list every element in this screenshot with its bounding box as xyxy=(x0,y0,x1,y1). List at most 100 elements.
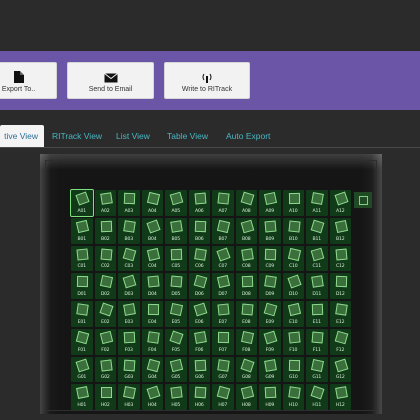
well-b06[interactable]: B06 xyxy=(188,217,210,244)
well-b11[interactable]: B11 xyxy=(306,217,328,244)
well-d05[interactable]: D05 xyxy=(165,273,187,299)
well-g08[interactable]: G08 xyxy=(235,356,257,383)
well-e01[interactable]: E01 xyxy=(71,301,93,327)
well-f04[interactable]: F04 xyxy=(141,328,163,355)
well-f08[interactable]: F08 xyxy=(235,328,257,355)
tab-list-view[interactable]: List View xyxy=(116,125,150,147)
well-f07[interactable]: F07 xyxy=(212,328,234,355)
well-h04[interactable]: H04 xyxy=(141,384,163,410)
tab-ritrack-view[interactable]: RITrack View xyxy=(52,125,102,147)
well-g02[interactable]: G02 xyxy=(94,356,116,383)
well-e02[interactable]: E02 xyxy=(94,301,116,327)
well-d07[interactable]: D07 xyxy=(212,273,234,299)
export-to-button[interactable]: Export To.. xyxy=(0,62,57,99)
well-d09[interactable]: D09 xyxy=(259,273,281,299)
well-h08[interactable]: H08 xyxy=(235,384,257,410)
well-c05[interactable]: C05 xyxy=(165,245,187,272)
well-g04[interactable]: G04 xyxy=(141,356,163,383)
well-e07[interactable]: E07 xyxy=(212,301,234,327)
well-a11[interactable]: A11 xyxy=(306,190,328,216)
well-b12[interactable]: B12 xyxy=(329,217,351,244)
well-c03[interactable]: C03 xyxy=(118,245,140,272)
well-b05[interactable]: B05 xyxy=(165,217,187,244)
well-a06[interactable]: A06 xyxy=(188,190,210,216)
well-h11[interactable]: H11 xyxy=(306,384,328,410)
well-a02[interactable]: A02 xyxy=(94,190,116,216)
well-h09[interactable]: H09 xyxy=(259,384,281,410)
well-h12[interactable]: H12 xyxy=(329,384,351,410)
well-f11[interactable]: F11 xyxy=(306,328,328,355)
well-d04[interactable]: D04 xyxy=(141,273,163,299)
well-b03[interactable]: B03 xyxy=(118,217,140,244)
well-g05[interactable]: G05 xyxy=(165,356,187,383)
well-b07[interactable]: B07 xyxy=(212,217,234,244)
well-c12[interactable]: C12 xyxy=(329,245,351,272)
well-b02[interactable]: B02 xyxy=(94,217,116,244)
well-e12[interactable]: E12 xyxy=(329,301,351,327)
well-a03[interactable]: A03 xyxy=(118,190,140,216)
well-a09[interactable]: A09 xyxy=(259,190,281,216)
well-h02[interactable]: H02 xyxy=(94,384,116,410)
well-d10[interactable]: D10 xyxy=(282,273,304,299)
well-b09[interactable]: B09 xyxy=(259,217,281,244)
well-c08[interactable]: C08 xyxy=(235,245,257,272)
well-g07[interactable]: G07 xyxy=(212,356,234,383)
well-b01[interactable]: B01 xyxy=(71,217,93,244)
well-f06[interactable]: F06 xyxy=(188,328,210,355)
well-c11[interactable]: C11 xyxy=(306,245,328,272)
tab-table-view[interactable]: Table View xyxy=(167,125,208,147)
well-e10[interactable]: E10 xyxy=(282,301,304,327)
well-f01[interactable]: F01 xyxy=(71,328,93,355)
well-f10[interactable]: F10 xyxy=(282,328,304,355)
well-d08[interactable]: D08 xyxy=(235,273,257,299)
well-c07[interactable]: C07 xyxy=(212,245,234,272)
well-c10[interactable]: C10 xyxy=(282,245,304,272)
well-f05[interactable]: F05 xyxy=(165,328,187,355)
well-h06[interactable]: H06 xyxy=(188,384,210,410)
well-g03[interactable]: G03 xyxy=(118,356,140,383)
well-a01[interactable]: A01 xyxy=(70,189,94,217)
well-h07[interactable]: H07 xyxy=(212,384,234,410)
well-d11[interactable]: D11 xyxy=(306,273,328,299)
well-e11[interactable]: E11 xyxy=(306,301,328,327)
well-a05[interactable]: A05 xyxy=(165,190,187,216)
well-a04[interactable]: A04 xyxy=(141,190,163,216)
well-d06[interactable]: D06 xyxy=(188,273,210,299)
well-a07[interactable]: A07 xyxy=(212,190,234,216)
well-c06[interactable]: C06 xyxy=(188,245,210,272)
tab-interactive-view[interactable]: tive View xyxy=(0,125,44,147)
well-d01[interactable]: D01 xyxy=(71,273,93,299)
well-g06[interactable]: G06 xyxy=(188,356,210,383)
well-d12[interactable]: D12 xyxy=(329,273,351,299)
well-e09[interactable]: E09 xyxy=(259,301,281,327)
well-b08[interactable]: B08 xyxy=(235,217,257,244)
send-to-email-button[interactable]: Send to Email xyxy=(67,62,154,99)
well-h03[interactable]: H03 xyxy=(118,384,140,410)
well-h01[interactable]: H01 xyxy=(71,384,93,410)
write-to-ritrack-button[interactable]: Write to RITrack xyxy=(164,62,250,99)
well-a10[interactable]: A10 xyxy=(282,190,304,216)
well-b04[interactable]: B04 xyxy=(141,217,163,244)
well-b10[interactable]: B10 xyxy=(282,217,304,244)
well-d03[interactable]: D03 xyxy=(118,273,140,299)
well-a12[interactable]: A12 xyxy=(329,190,351,216)
well-h10[interactable]: H10 xyxy=(282,384,304,410)
well-f02[interactable]: F02 xyxy=(94,328,116,355)
well-g01[interactable]: G01 xyxy=(71,356,93,383)
well-f09[interactable]: F09 xyxy=(259,328,281,355)
well-e05[interactable]: E05 xyxy=(165,301,187,327)
well-c01[interactable]: C01 xyxy=(71,245,93,272)
tab-auto-export[interactable]: Auto Export xyxy=(226,125,270,147)
well-e04[interactable]: E04 xyxy=(141,301,163,327)
well-g11[interactable]: G11 xyxy=(306,356,328,383)
well-h05[interactable]: H05 xyxy=(165,384,187,410)
well-f12[interactable]: F12 xyxy=(329,328,351,355)
well-c09[interactable]: C09 xyxy=(259,245,281,272)
well-g10[interactable]: G10 xyxy=(282,356,304,383)
well-c02[interactable]: C02 xyxy=(94,245,116,272)
well-d02[interactable]: D02 xyxy=(94,273,116,299)
well-g09[interactable]: G09 xyxy=(259,356,281,383)
well-e06[interactable]: E06 xyxy=(188,301,210,327)
well-c04[interactable]: C04 xyxy=(141,245,163,272)
well-a08[interactable]: A08 xyxy=(235,190,257,216)
